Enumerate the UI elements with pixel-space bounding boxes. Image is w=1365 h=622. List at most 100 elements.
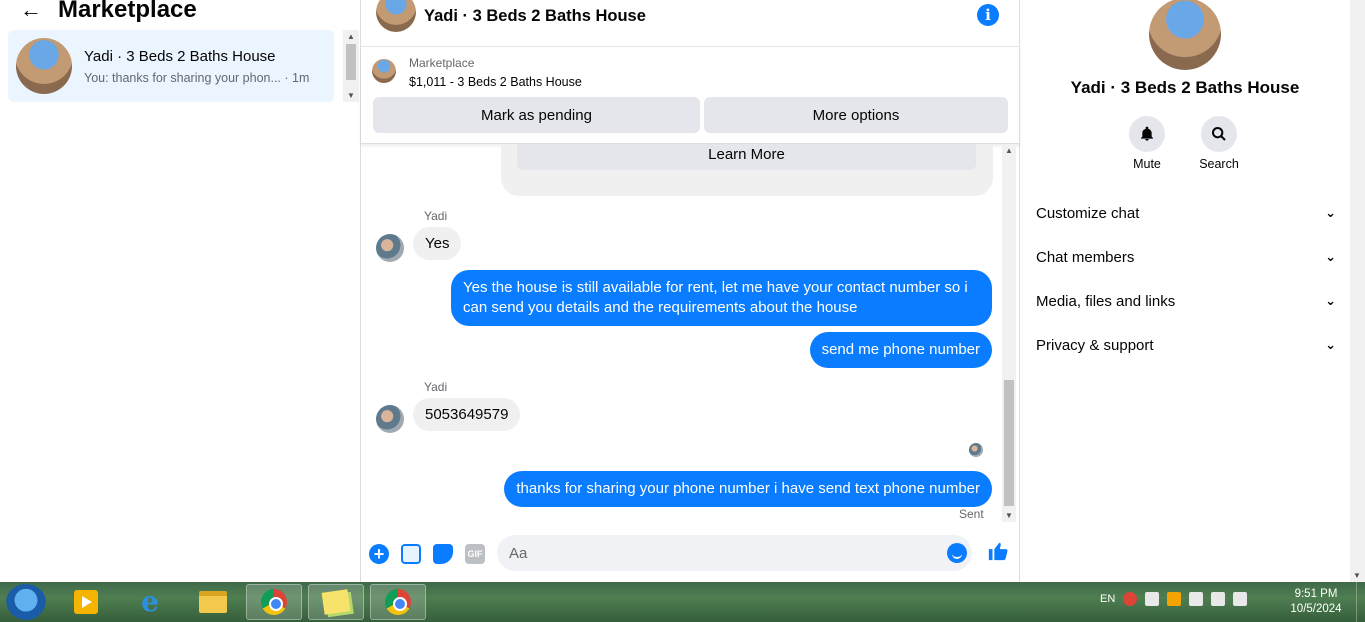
flag-icon[interactable] xyxy=(1211,592,1226,606)
marketplace-listing-bar: Marketplace $1,011 - 3 Beds 2 Baths Hous… xyxy=(361,47,1020,144)
page-scrollbar[interactable]: ▼ xyxy=(1350,0,1365,582)
network-icon[interactable] xyxy=(1233,592,1248,606)
chrome-taskbar-button[interactable] xyxy=(246,584,302,620)
chrome-tray-icon[interactable] xyxy=(1123,592,1138,606)
plus-icon[interactable]: + xyxy=(369,544,389,564)
media-files-links-row[interactable]: Media, files and links ⌄ xyxy=(1036,289,1336,313)
snippet-time: · 1m xyxy=(284,70,310,85)
message-input[interactable] xyxy=(497,535,917,571)
section-label: Customize chat xyxy=(1036,204,1140,222)
media-player-taskbar-button[interactable] xyxy=(58,584,114,620)
conversation-item[interactable]: Yadi · 3 Beds 2 Baths House You: thanks … xyxy=(8,30,334,102)
message-thread: Learn More Yadi Yes Yes the house is sti… xyxy=(361,144,1020,522)
file-explorer-taskbar-button[interactable] xyxy=(185,584,241,620)
sender-avatar[interactable] xyxy=(376,234,404,262)
sticky-notes-taskbar-button[interactable] xyxy=(308,584,364,620)
internet-explorer-icon: e xyxy=(141,585,159,618)
chrome-icon xyxy=(261,589,287,615)
scroll-down-icon[interactable]: ▼ xyxy=(1353,571,1361,580)
sender-avatar[interactable] xyxy=(376,405,404,433)
messenger-window: ← Marketplace Yadi · 3 Beds 2 Baths Hous… xyxy=(0,0,1365,582)
snippet-text: You: thanks for sharing your phon... xyxy=(84,70,281,85)
bell-icon xyxy=(1129,116,1165,152)
conversation-list-scrollbar[interactable]: ▲ ▼ xyxy=(343,30,359,102)
thumbs-up-icon[interactable] xyxy=(987,540,1009,568)
message-thread-scrollbar[interactable]: ▲ ▼ xyxy=(1002,144,1016,522)
sender-name: Yadi xyxy=(424,380,448,394)
clock-time: 9:51 PM xyxy=(1294,588,1338,600)
mark-as-pending-button[interactable]: Mark as pending xyxy=(373,97,700,133)
gif-icon[interactable]: GIF xyxy=(465,544,485,564)
chat-title[interactable]: Yadi · 3 Beds 2 Baths House xyxy=(424,7,646,26)
language-indicator[interactable]: EN xyxy=(1100,593,1115,605)
chat-avatar[interactable] xyxy=(376,0,416,32)
scroll-down-icon[interactable]: ▼ xyxy=(1005,511,1013,520)
panel-header: ← Marketplace xyxy=(20,0,197,24)
chrome-profile-taskbar-button[interactable] xyxy=(370,584,426,620)
chat-details-panel: Yadi · 3 Beds 2 Baths House Mute Search … xyxy=(1020,0,1350,582)
details-avatar[interactable] xyxy=(1149,0,1221,70)
panel-title: Marketplace xyxy=(58,0,197,23)
sticky-notes-icon xyxy=(321,589,351,615)
chat-panel: Yadi · 3 Beds 2 Baths House i Marketplac… xyxy=(360,0,1020,582)
show-desktop-button[interactable] xyxy=(1356,582,1365,622)
system-tray: EN xyxy=(1100,592,1248,606)
message-outgoing[interactable]: Yes the house is still available for ren… xyxy=(451,270,992,326)
message-input-container xyxy=(497,535,972,571)
conversation-list-panel: ← Marketplace Yadi · 3 Beds 2 Baths Hous… xyxy=(0,0,360,582)
section-label: Media, files and links xyxy=(1036,292,1176,310)
info-icon[interactable]: i xyxy=(977,4,999,26)
avatar xyxy=(16,38,72,94)
internet-explorer-taskbar-button[interactable]: e xyxy=(122,584,178,620)
chevron-down-icon: ⌄ xyxy=(1325,205,1336,220)
chevron-down-icon: ⌄ xyxy=(1325,337,1336,352)
customize-chat-row[interactable]: Customize chat ⌄ xyxy=(1036,201,1336,225)
chrome-icon xyxy=(385,589,411,615)
conversation-name: Yadi · 3 Beds 2 Baths House xyxy=(84,47,276,65)
privacy-support-row[interactable]: Privacy & support ⌄ xyxy=(1036,333,1336,357)
message-composer: + GIF xyxy=(361,526,1020,582)
learn-more-button[interactable]: Learn More xyxy=(517,144,976,170)
message-incoming[interactable]: Yes xyxy=(413,227,462,260)
details-title: Yadi · 3 Beds 2 Baths House xyxy=(1070,78,1300,97)
listing-title[interactable]: $1,011 - 3 Beds 2 Baths House xyxy=(409,75,582,89)
taskbar-clock[interactable]: 9:51 PM 10/5/2024 xyxy=(1286,587,1346,617)
folder-icon xyxy=(199,591,227,613)
chat-header: Yadi · 3 Beds 2 Baths House i xyxy=(361,0,1020,47)
scrollbar-thumb[interactable] xyxy=(1004,380,1014,506)
back-arrow-icon[interactable]: ← xyxy=(20,0,44,23)
volume-icon[interactable] xyxy=(1189,592,1204,606)
scroll-up-icon[interactable]: ▲ xyxy=(347,32,355,41)
listing-thumbnail[interactable] xyxy=(372,59,396,83)
power-icon[interactable] xyxy=(1145,592,1160,606)
read-receipt-avatar xyxy=(969,443,983,457)
windows-taskbar: e EN 9:51 PM 10/5/2024 xyxy=(0,582,1365,622)
conversation-snippet: You: thanks for sharing your phon... · 1… xyxy=(84,71,309,85)
emoji-icon[interactable] xyxy=(947,543,967,563)
more-options-button[interactable]: More options xyxy=(704,97,1008,133)
start-button[interactable] xyxy=(6,584,46,620)
chevron-down-icon: ⌄ xyxy=(1325,249,1336,264)
update-icon[interactable] xyxy=(1167,592,1182,606)
message-outgoing[interactable]: thanks for sharing your phone number i h… xyxy=(504,471,992,507)
scrollbar-thumb[interactable] xyxy=(346,44,356,80)
chat-members-row[interactable]: Chat members ⌄ xyxy=(1036,245,1336,269)
message-status: Sent xyxy=(959,507,984,521)
mute-button[interactable]: Mute xyxy=(1117,116,1177,171)
search-label: Search xyxy=(1199,157,1239,171)
sender-name: Yadi xyxy=(424,209,448,223)
conversation-text: Yadi · 3 Beds 2 Baths House You: thanks … xyxy=(84,48,309,85)
chevron-down-icon: ⌄ xyxy=(1325,293,1336,308)
photo-icon[interactable] xyxy=(401,544,421,564)
marketplace-label: Marketplace xyxy=(409,56,475,70)
message-outgoing[interactable]: send me phone number xyxy=(809,332,992,368)
scroll-up-icon[interactable]: ▲ xyxy=(1005,146,1013,155)
scroll-down-icon[interactable]: ▼ xyxy=(347,91,355,100)
info-card: Learn More xyxy=(501,144,993,196)
search-button[interactable]: Search xyxy=(1189,116,1249,171)
section-label: Privacy & support xyxy=(1036,336,1154,354)
message-incoming[interactable]: 5053649579 xyxy=(413,398,521,431)
clock-date: 10/5/2024 xyxy=(1290,603,1342,615)
sticker-icon[interactable] xyxy=(433,544,453,564)
search-icon xyxy=(1201,116,1237,152)
